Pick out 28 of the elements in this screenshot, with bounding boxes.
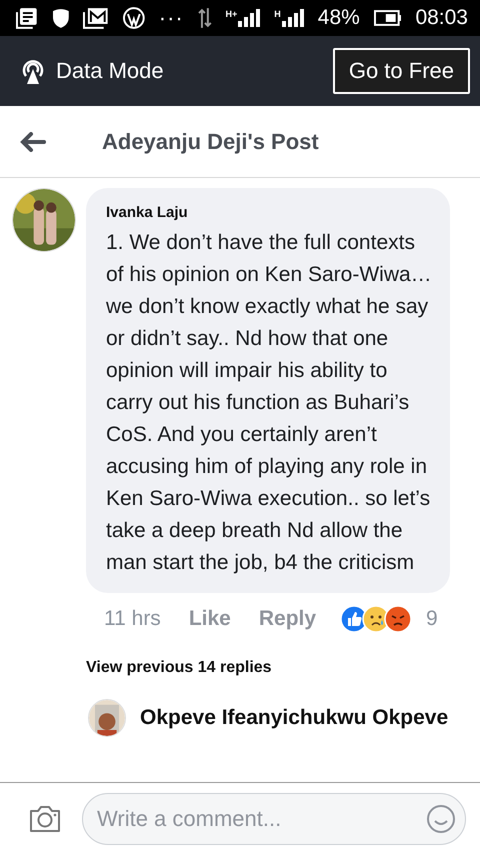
back-arrow-icon[interactable] [20, 132, 46, 152]
data-mode-label: Data Mode [56, 58, 164, 84]
camera-icon[interactable] [28, 804, 62, 834]
signal-icon [282, 9, 304, 27]
go-to-free-button[interactable]: Go to Free [332, 48, 470, 94]
reply-author[interactable]: Okpeve Ifeanyichukwu Okpeve [140, 706, 448, 730]
signal-icon [238, 9, 260, 27]
shield-icon [52, 7, 70, 29]
clock: 08:03 [415, 6, 468, 30]
view-previous-replies-link[interactable]: View previous 14 replies [0, 633, 480, 677]
emoji-icon[interactable] [426, 804, 456, 834]
more-notifications-icon: ··· [158, 5, 184, 31]
network-type-label: H [274, 9, 281, 19]
comment-input-field[interactable]: Write a comment... [82, 792, 466, 844]
comment-time: 11 hrs [104, 607, 161, 631]
news-icon [16, 7, 38, 29]
comment-author[interactable]: Ivanka Laju [106, 204, 434, 221]
mail-icon [83, 7, 110, 29]
comment-text: 1. We don’t have the full contexts of his opinion on Ken Saro-Wiwa… we don’t know exactly what he say or didn’t say.. Nd how that one opinion will impair his ability to carry out his function as Buhari’s CoS. And you certainly aren’t accusing him of playing any role in Ken Saro-Wiwa execution.. so let’s take a deep breath Nd allow the man start the job, b4 the criticism [106, 230, 433, 576]
battery-icon [374, 10, 402, 26]
reactions-icon[interactable] [340, 605, 412, 633]
post-title: Adeyanju Deji's Post [102, 128, 319, 154]
battery-percentage: 48% [318, 6, 360, 30]
network-type-label: H+ [226, 9, 238, 19]
broadcast-icon [20, 57, 46, 85]
data-transfer-icon [198, 8, 212, 28]
wordpress-icon [123, 7, 145, 29]
reaction-count: 9 [426, 607, 438, 631]
